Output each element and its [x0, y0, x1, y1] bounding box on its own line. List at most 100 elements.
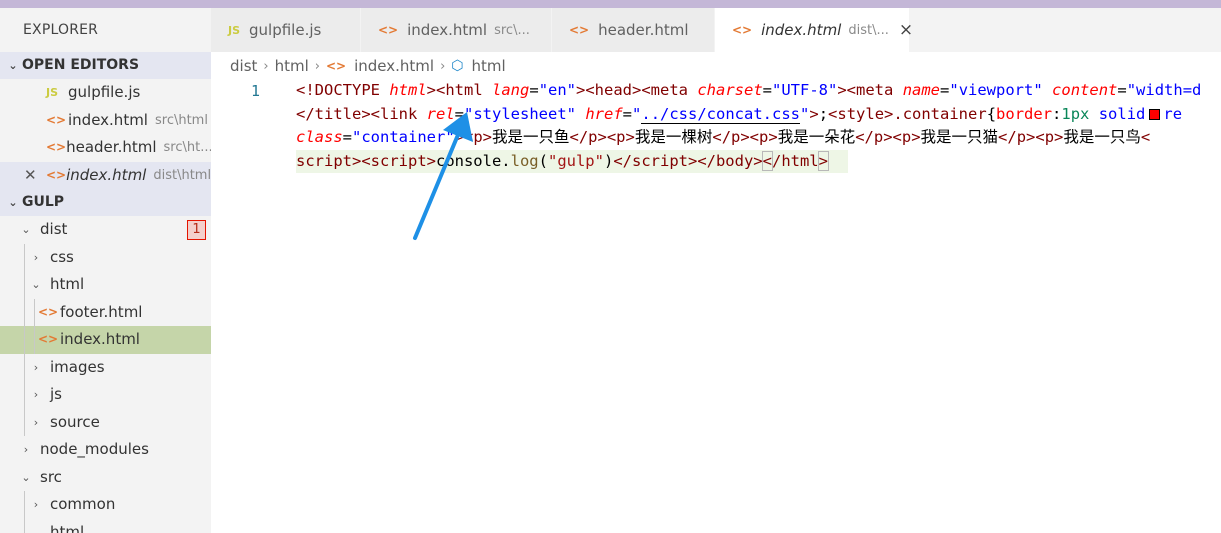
open-editor-name: gulpfile.js [68, 83, 141, 101]
chevron-right-icon: › [33, 388, 39, 401]
file-name: index.html [60, 330, 140, 348]
open-editor-item-active[interactable]: ✕ <> index.html dist\html [0, 161, 211, 190]
chevron-down-icon: ⌄ [21, 223, 31, 236]
chevron-down-icon: ⌄ [8, 196, 18, 209]
html-file-icon: <> [46, 140, 67, 154]
indent-guide [24, 243, 25, 271]
tab-path: src\... [494, 22, 530, 38]
project-label: GULP [22, 194, 65, 210]
open-editor-item[interactable]: <> header.html src\ht... [0, 134, 211, 162]
html-file-icon: <> [46, 112, 67, 127]
chevron-right-icon: › [263, 58, 269, 74]
editor-tab-bar: JS gulpfile.js <> index.html src\... <> … [211, 8, 1221, 52]
breadcrumb-item[interactable]: index.html [354, 57, 434, 75]
tab-path: dist\... [848, 22, 889, 38]
title-bar-strip [0, 0, 1221, 8]
tree-folder-js[interactable]: › js [0, 381, 211, 409]
color-swatch[interactable] [1149, 108, 1161, 120]
chevron-right-icon: › [33, 415, 39, 429]
indent-guide [24, 326, 25, 354]
tab-index-src[interactable]: <> index.html src\... [361, 8, 552, 52]
open-editor-item[interactable]: <> index.html src\html [0, 107, 211, 135]
indent-guide [24, 298, 25, 326]
tree-folder-images[interactable]: › images [0, 353, 211, 381]
open-editor-item[interactable]: JS gulpfile.js [0, 79, 211, 107]
indent-guide [34, 298, 35, 326]
open-editor-path: src\ht... [163, 140, 211, 155]
html-file-icon: <> [378, 23, 399, 37]
tab-label: index.html [407, 21, 488, 39]
open-editor-name: index.html [66, 165, 147, 184]
js-file-icon: JS [228, 23, 241, 37]
folder-name: source [50, 412, 100, 431]
breadcrumb-item[interactable]: html [275, 57, 309, 75]
tree-folder-src-html[interactable]: ⌄ html [0, 518, 211, 533]
html-file-icon: <> [38, 304, 59, 319]
tree-folder-dist[interactable]: ⌄ dist 1 [0, 216, 211, 244]
folder-name: js [50, 385, 62, 403]
open-editors-header[interactable]: ⌄ OPEN EDITORS [0, 52, 211, 79]
open-editor-name: index.html [68, 110, 148, 129]
open-editor-name: header.html [66, 138, 157, 156]
breadcrumb-item[interactable]: dist [230, 57, 257, 75]
tab-label: gulpfile.js [249, 21, 322, 39]
indent-guide [34, 326, 35, 354]
tree-folder-html[interactable]: ⌄ html [0, 271, 211, 299]
close-icon[interactable]: × [899, 20, 913, 40]
symbol-element-icon: ⬡ [451, 58, 464, 74]
folder-name: html [50, 275, 85, 293]
tree-file-footer[interactable]: <> footer.html [0, 298, 211, 326]
tree-folder-common[interactable]: › common [0, 491, 211, 519]
file-name: footer.html [60, 302, 143, 321]
html-file-icon: <> [46, 167, 67, 182]
chevron-right-icon: › [314, 58, 320, 74]
indent-guide [24, 491, 25, 519]
chevron-down-icon: ⌄ [8, 59, 18, 72]
indent-guide [24, 271, 25, 299]
tab-label: index.html [761, 21, 842, 39]
breadcrumb-item[interactable]: html [472, 57, 506, 75]
folder-name: html [50, 522, 85, 533]
js-file-icon: JS [46, 86, 59, 99]
tab-gulpfile[interactable]: JS gulpfile.js [211, 8, 361, 52]
open-editor-path: dist\html [153, 167, 211, 183]
tree-file-index-selected[interactable]: <> index.html [0, 326, 211, 354]
html-file-icon: <> [38, 332, 59, 346]
chevron-down-icon: ⌄ [31, 278, 41, 291]
tree-folder-src[interactable]: ⌄ src [0, 464, 211, 492]
line-number: 1 [251, 82, 261, 100]
code-line-highlighted: script><script>console.log("gulp")</scri… [296, 149, 848, 173]
close-icon[interactable]: ✕ [24, 162, 37, 190]
indent-guide [24, 408, 25, 436]
explorer-title: EXPLORER [23, 22, 99, 38]
folder-name: dist [40, 220, 68, 238]
chevron-right-icon: › [33, 360, 39, 374]
open-editors-label: OPEN EDITORS [22, 57, 140, 73]
indent-guide [24, 381, 25, 409]
tab-label: header.html [598, 21, 689, 39]
folder-name: src [40, 467, 62, 486]
chevron-right-icon: › [33, 250, 39, 264]
problem-badge: 1 [187, 220, 206, 240]
tab-header[interactable]: <> header.html [552, 8, 715, 52]
indent-guide [24, 518, 25, 533]
chevron-down-icon: ⌄ [31, 525, 41, 533]
chevron-right-icon: › [33, 498, 39, 511]
annotation-arrow [413, 112, 473, 240]
tab-index-dist-active[interactable]: <> index.html dist\... × [715, 8, 913, 52]
chevron-down-icon: ⌄ [21, 470, 31, 484]
folder-name: common [50, 495, 116, 513]
breadcrumb: dist › html › <> index.html › ⬡ html [230, 53, 506, 79]
tree-folder-source[interactable]: › source [0, 408, 211, 436]
html-file-icon: <> [325, 59, 347, 73]
code-editor[interactable]: 1 <!DOCTYPE html><html lang="en"><head><… [211, 79, 1221, 533]
tree-folder-node-modules[interactable]: › node_modules [0, 436, 211, 464]
project-header[interactable]: ⌄ GULP [0, 189, 211, 216]
chevron-right-icon: › [440, 58, 446, 74]
html-file-icon: <> [569, 23, 590, 37]
html-file-icon: <> [732, 23, 753, 37]
tree-folder-css[interactable]: › css [0, 243, 211, 271]
folder-name: node_modules [40, 440, 149, 458]
explorer-sidebar: EXPLORER ⌄ OPEN EDITORS JS gulpfile.js <… [0, 8, 211, 533]
open-editor-path: src\html [154, 112, 208, 128]
